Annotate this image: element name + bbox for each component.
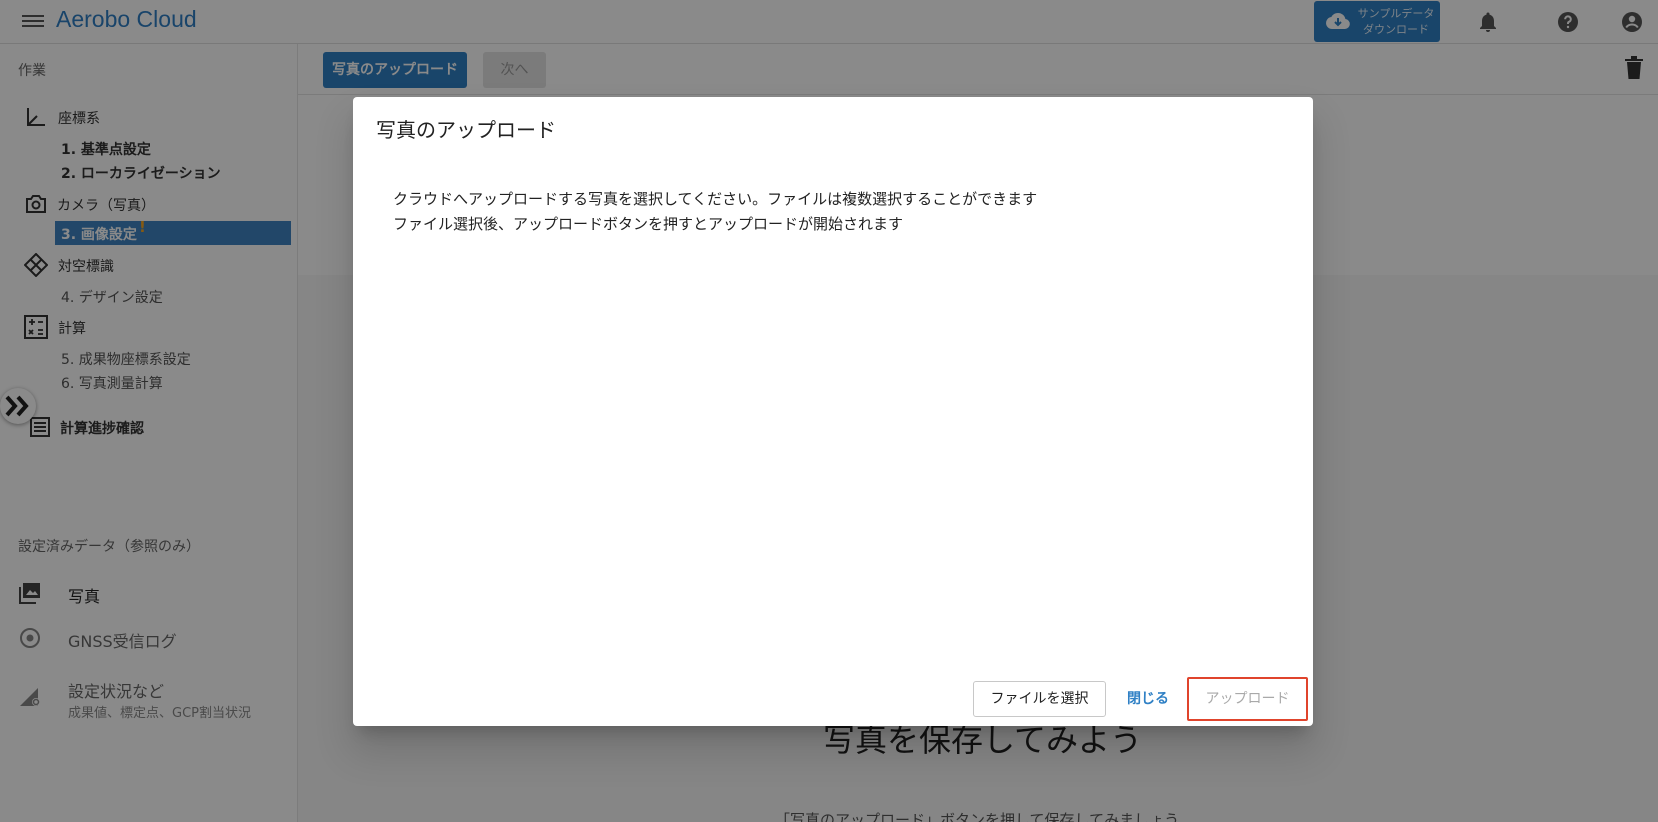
close-button[interactable]: 閉じる bbox=[1121, 681, 1175, 717]
dialog-title: 写真のアップロード bbox=[376, 118, 556, 142]
dialog-instructions: クラウドへアップロードする写真を選択してください。ファイルは複数選択することがで… bbox=[393, 187, 1037, 237]
upload-dialog: 写真のアップロード クラウドへアップロードする写真を選択してください。ファイルは… bbox=[353, 97, 1313, 726]
select-file-button[interactable]: ファイルを選択 bbox=[973, 681, 1106, 717]
upload-button[interactable]: アップロード bbox=[1187, 677, 1308, 721]
instruction-line-2: ファイル選択後、アップロードボタンを押すとアップロードが開始されます bbox=[393, 215, 904, 233]
instruction-line-1: クラウドへアップロードする写真を選択してください。ファイルは複数選択することがで… bbox=[393, 190, 1038, 208]
